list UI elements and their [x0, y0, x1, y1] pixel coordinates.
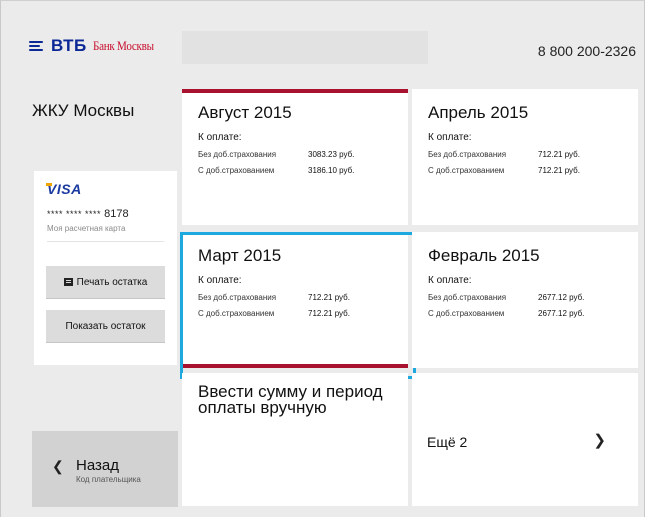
tile-row: С доб.страхованием 3186.10 руб. [198, 166, 354, 175]
manual-entry-label: Ввести сумму и период оплаты вручную [198, 382, 383, 417]
row-label: С доб.страхованием [428, 166, 505, 175]
vtb-logo: ВТБ Банк Москвы [29, 36, 164, 56]
back-label: Назад [76, 457, 119, 474]
printer-icon [63, 278, 73, 286]
header-blank-field [182, 31, 428, 64]
back-sublabel: Код плательщика [76, 475, 141, 484]
tile-pay-label: К оплате: [428, 275, 472, 286]
logo-bank-text: Банк Москвы [92, 38, 154, 53]
service-title: ЖКУ Москвы [32, 101, 135, 120]
chevron-right-icon: ❯ [593, 432, 606, 449]
hotline-phone: 8 800 200-2326 [537, 43, 636, 59]
visa-logo: VISA [46, 181, 82, 197]
row-label: Без доб.страхования [198, 150, 277, 159]
tile-row: Без доб.страхования 2677.12 руб. [428, 293, 584, 302]
tile-title: Апрель 2015 [428, 103, 529, 122]
row-label: Без доб.страхования [428, 150, 507, 159]
period-tile-march-2015[interactable]: Март 2015 К оплате: Без доб.страхования … [182, 232, 408, 368]
period-tile-august-2015[interactable]: Август 2015 К оплате: Без доб.страховани… [182, 89, 408, 225]
period-tile-april-2015[interactable]: Апрель 2015 К оплате: Без доб.страховани… [412, 89, 638, 225]
tile-row: С доб.страхованием 712.21 руб. [198, 309, 350, 318]
tile-pay-label: К оплате: [198, 275, 242, 286]
tile-title: Февраль 2015 [428, 246, 540, 265]
card-subtitle: Моя расчетная карта [47, 224, 126, 233]
row-value: 2677.12 руб. [538, 309, 585, 318]
row-value: 712.21 руб. [308, 309, 350, 318]
row-label: Без доб.страхования [198, 293, 277, 302]
tile-row: С доб.страхованием 712.21 руб. [428, 166, 580, 175]
row-value: 712.21 руб. [538, 166, 580, 175]
more-periods-tile[interactable]: Ещё 2 ❯ [412, 373, 638, 506]
accent-bar [182, 364, 408, 368]
tile-pay-label: К оплате: [428, 132, 472, 143]
card-panel: VISA **** **** **** 8178 Моя расчетная к… [34, 171, 177, 365]
logo-vtb-text: ВТБ [51, 36, 87, 55]
show-balance-button[interactable]: Показать остаток [46, 310, 165, 342]
row-value: 712.21 руб. [538, 150, 580, 159]
tile-pay-label: К оплате: [198, 132, 242, 143]
row-value: 3083.23 руб. [308, 150, 355, 159]
vtb-logo-icon [29, 40, 45, 52]
tile-row: С доб.страхованием 2677.12 руб. [428, 309, 584, 318]
row-label: Без доб.страхования [428, 293, 507, 302]
tile-row: Без доб.страхования 712.21 руб. [198, 293, 350, 302]
kiosk-screen: ВТБ Банк Москвы 8 800 200-2326 ЖКУ Москв… [0, 0, 645, 517]
row-label: С доб.страхованием [198, 309, 275, 318]
tile-row: Без доб.страхования 3083.23 руб. [198, 150, 354, 159]
card-number: **** **** **** 8178 [47, 208, 129, 220]
print-balance-label: Печать остатка [76, 276, 148, 288]
row-value: 712.21 руб. [308, 293, 350, 302]
tile-title: Март 2015 [198, 246, 282, 265]
row-label: С доб.страхованием [428, 309, 505, 318]
tile-row: Без доб.страхования 712.21 руб. [428, 150, 580, 159]
period-tile-february-2015[interactable]: Февраль 2015 К оплате: Без доб.страхован… [412, 232, 638, 368]
chevron-left-icon: ❮ [52, 458, 64, 474]
show-balance-label: Показать остаток [65, 320, 146, 332]
back-button[interactable]: ❮ Назад Код плательщика [32, 431, 178, 507]
card-number-last: 8178 [104, 208, 129, 220]
row-value: 2677.12 руб. [538, 293, 585, 302]
card-number-mask: **** **** **** [47, 209, 102, 219]
row-value: 3186.10 руб. [308, 166, 355, 175]
print-balance-button[interactable]: Печать остатка [46, 266, 165, 298]
tile-title: Август 2015 [198, 103, 292, 122]
row-label: С доб.страхованием [198, 166, 275, 175]
manual-entry-tile[interactable]: Ввести сумму и период оплаты вручную [182, 373, 408, 506]
divider [47, 241, 164, 242]
more-periods-label: Ещё 2 [427, 434, 468, 450]
